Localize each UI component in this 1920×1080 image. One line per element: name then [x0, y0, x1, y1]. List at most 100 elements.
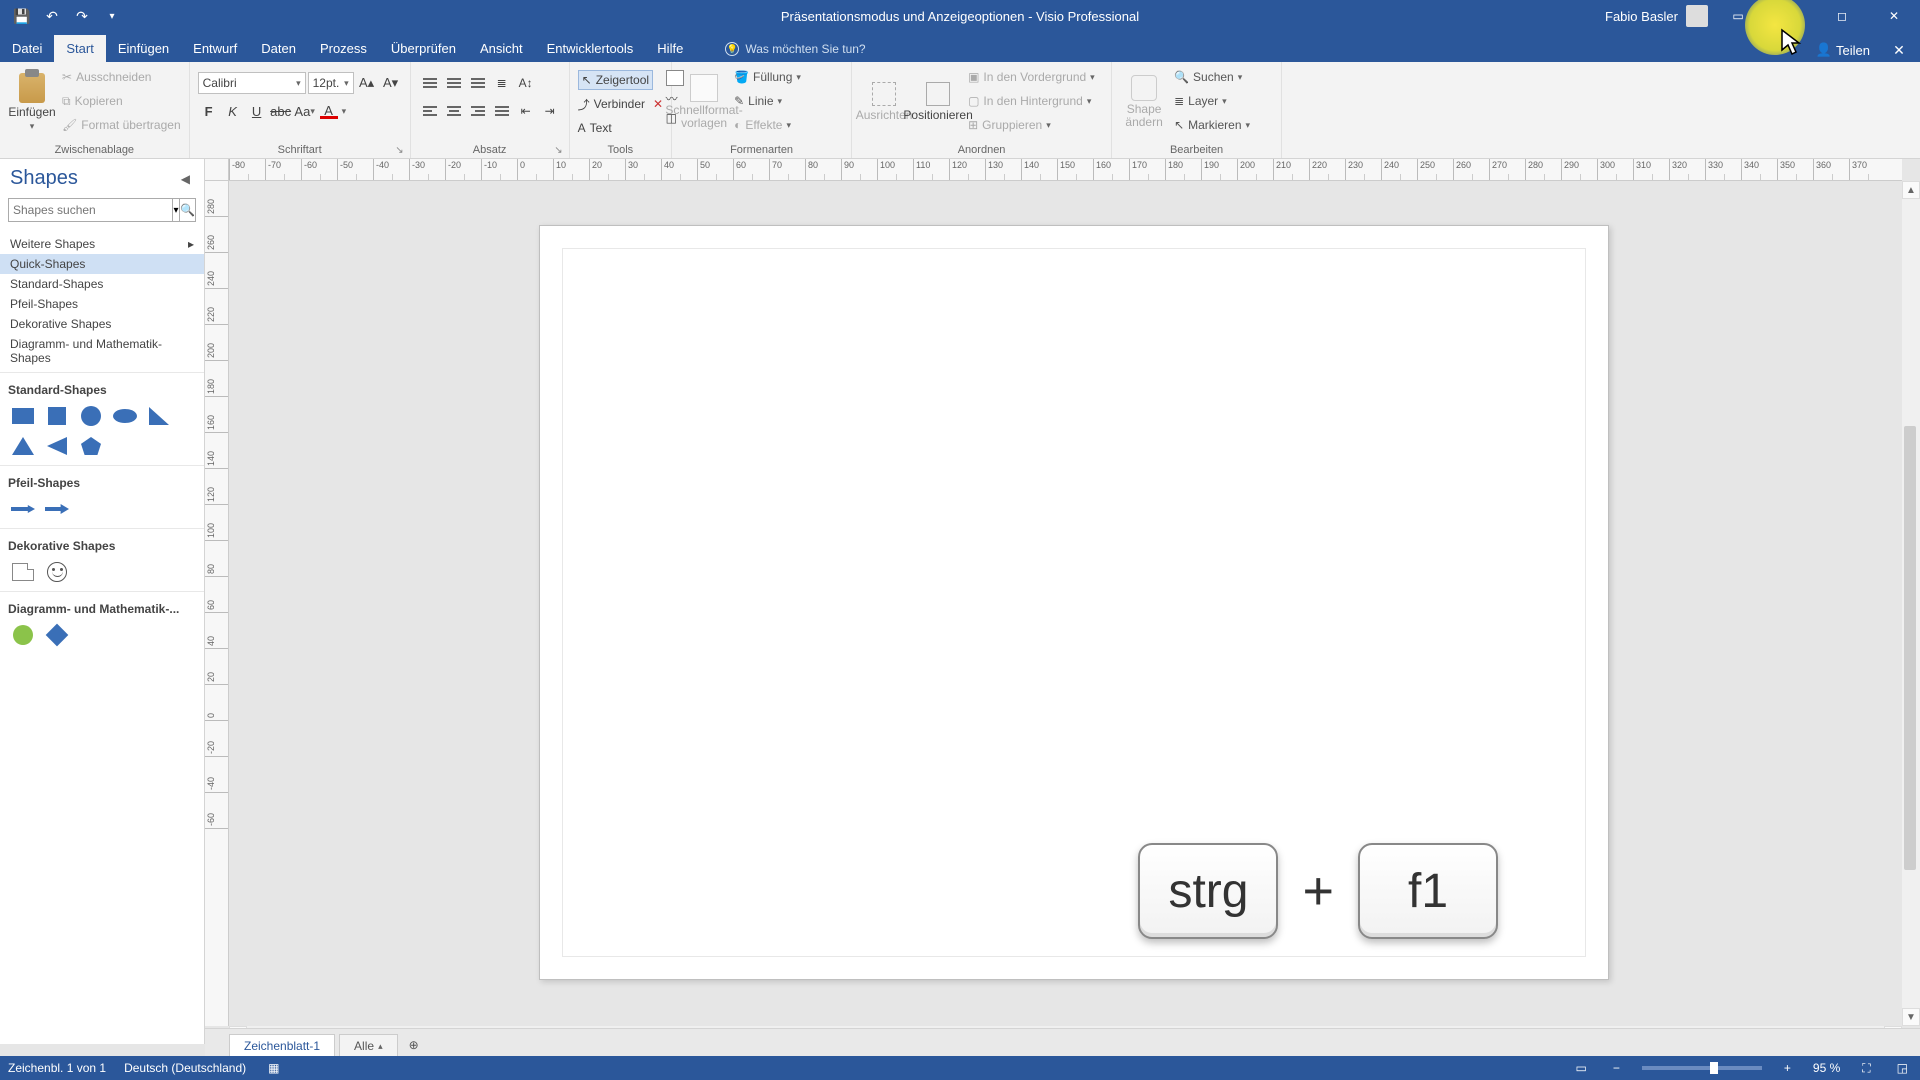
- bold-button[interactable]: F: [198, 100, 220, 122]
- bring-front-button[interactable]: ▣In den Vordergrund▾: [968, 66, 1095, 88]
- user-avatar[interactable]: [1686, 5, 1708, 27]
- connector-tool-button[interactable]: ⤴Verbinder✕: [578, 94, 663, 114]
- vscroll-thumb[interactable]: [1904, 426, 1916, 871]
- shape-green-circle[interactable]: [10, 624, 36, 646]
- tab-datei[interactable]: Datei: [0, 35, 54, 62]
- align-right-button[interactable]: [467, 100, 489, 122]
- crop-tool-button[interactable]: ◫: [666, 110, 684, 126]
- shape-square[interactable]: [44, 405, 70, 427]
- shape-rectangle[interactable]: [10, 405, 36, 427]
- fit-page-icon[interactable]: ⛶: [1858, 1061, 1874, 1076]
- macro-record-icon[interactable]: ▦: [264, 1061, 283, 1075]
- position-button[interactable]: Positionieren: [914, 66, 962, 138]
- vertical-scrollbar[interactable]: ▲ ▼: [1902, 181, 1920, 1026]
- scroll-down-icon[interactable]: ▼: [1902, 1008, 1920, 1026]
- format-painter-button[interactable]: 🖌Format übertragen: [62, 114, 181, 136]
- stencil-arrow-shapes[interactable]: Pfeil-Shapes: [0, 294, 204, 314]
- zoom-level[interactable]: 95 %: [1813, 1061, 1840, 1075]
- tab-ansicht[interactable]: Ansicht: [468, 35, 535, 62]
- align-button[interactable]: Ausrichten: [860, 66, 908, 138]
- shape-diamond[interactable]: [44, 624, 70, 646]
- align-top-button[interactable]: [419, 72, 441, 94]
- pointer-tool-button[interactable]: ↖Zeigertool: [578, 70, 653, 90]
- quick-styles-button[interactable]: Schnellformat-vorlagen: [680, 66, 728, 138]
- align-bottom-button[interactable]: [467, 72, 489, 94]
- shape-pentagon[interactable]: [78, 435, 104, 457]
- dialog-launcher-icon[interactable]: ↘: [395, 145, 403, 156]
- align-center-button[interactable]: [443, 100, 465, 122]
- decrease-indent-button[interactable]: ⇤: [515, 100, 537, 122]
- scroll-up-icon[interactable]: ▲: [1902, 181, 1920, 199]
- qat-customize-icon[interactable]: ▾: [98, 2, 126, 30]
- tab-hilfe[interactable]: Hilfe: [645, 35, 695, 62]
- tell-me-search[interactable]: 💡 Was möchten Sie tun?: [715, 36, 875, 62]
- tab-einfuegen[interactable]: Einfügen: [106, 35, 181, 62]
- zoom-slider[interactable]: [1642, 1066, 1762, 1070]
- stencil-decorative-shapes[interactable]: Dekorative Shapes: [0, 314, 204, 334]
- send-back-button[interactable]: ▢In den Hintergrund▾: [968, 90, 1095, 112]
- tab-daten[interactable]: Daten: [249, 35, 308, 62]
- justify-button[interactable]: [491, 100, 513, 122]
- stencil-standard-shapes[interactable]: Standard-Shapes: [0, 274, 204, 294]
- redo-icon[interactable]: ↷: [68, 2, 96, 30]
- search-go-icon[interactable]: 🔍: [180, 198, 196, 222]
- increase-indent-button[interactable]: ⇥: [539, 100, 561, 122]
- close-icon[interactable]: ✕: [1872, 0, 1916, 32]
- font-name-combo[interactable]: Calibri▾: [198, 72, 306, 94]
- collapse-pane-icon[interactable]: ◀: [177, 170, 194, 188]
- select-button[interactable]: ↖Markieren▾: [1174, 114, 1250, 136]
- change-case-button[interactable]: Aa▾: [294, 100, 316, 122]
- font-color-button[interactable]: A: [318, 100, 340, 122]
- effects-button[interactable]: ◐Effekte▾: [734, 114, 801, 136]
- underline-button[interactable]: U: [246, 100, 268, 122]
- tab-entwicklertools[interactable]: Entwicklertools: [535, 35, 646, 62]
- more-shapes-item[interactable]: Weitere Shapes▸: [0, 234, 204, 254]
- shape-circle[interactable]: [78, 405, 104, 427]
- chevron-down-icon[interactable]: ▾: [342, 106, 347, 117]
- cut-button[interactable]: ✂Ausschneiden: [62, 66, 181, 88]
- add-page-button[interactable]: ⊕: [402, 1034, 426, 1056]
- drawing-surface[interactable]: strg + f1: [229, 181, 1902, 1026]
- tab-entwurf[interactable]: Entwurf: [181, 35, 249, 62]
- status-language[interactable]: Deutsch (Deutschland): [124, 1061, 246, 1075]
- shape-smiley[interactable]: [44, 561, 70, 583]
- shape-note[interactable]: [10, 561, 36, 583]
- decrease-font-button[interactable]: A▾: [380, 72, 402, 94]
- stencil-diagram-shapes[interactable]: Diagramm- und Mathematik-Shapes: [0, 334, 204, 368]
- user-name[interactable]: Fabio Basler: [1605, 9, 1678, 24]
- vscroll-track[interactable]: [1902, 199, 1920, 1008]
- text-tool-button[interactable]: AText: [578, 118, 612, 138]
- fill-button[interactable]: 🪣Füllung▾: [734, 66, 801, 88]
- maximize-icon[interactable]: ◻: [1820, 0, 1864, 32]
- zoom-in-icon[interactable]: +: [1780, 1061, 1795, 1075]
- align-middle-button[interactable]: [443, 72, 465, 94]
- undo-icon[interactable]: ↶: [38, 2, 66, 30]
- rectangle-tool-button[interactable]: [666, 70, 684, 86]
- bullets-button[interactable]: ≣: [491, 72, 513, 94]
- tab-ueberpruefen[interactable]: Überprüfen: [379, 35, 468, 62]
- close-document-icon[interactable]: ✕: [1884, 42, 1914, 59]
- text-direction-button[interactable]: A↕: [515, 72, 537, 94]
- dialog-launcher-icon[interactable]: ↘: [554, 145, 562, 156]
- shape-arrow-thick[interactable]: [44, 498, 70, 520]
- layer-button[interactable]: ≣Layer▾: [1174, 90, 1250, 112]
- align-left-button[interactable]: [419, 100, 441, 122]
- shape-right-triangle[interactable]: [146, 405, 172, 427]
- freeform-tool-button[interactable]: 〰: [666, 90, 684, 106]
- shape-ellipse[interactable]: [112, 405, 138, 427]
- tab-start[interactable]: Start: [54, 35, 105, 62]
- paste-button[interactable]: Einfügen ▾: [8, 66, 56, 138]
- find-button[interactable]: 🔍Suchen▾: [1174, 66, 1250, 88]
- italic-button[interactable]: K: [222, 100, 244, 122]
- share-button[interactable]: 👤 Teilen: [1808, 38, 1878, 62]
- shape-triangle[interactable]: [10, 435, 36, 457]
- tab-prozess[interactable]: Prozess: [308, 35, 379, 62]
- pan-zoom-icon[interactable]: ◲: [1893, 1061, 1912, 1075]
- shapes-search-input[interactable]: [8, 198, 173, 222]
- page-tab-all[interactable]: Alle▴: [339, 1034, 398, 1057]
- search-dropdown-icon[interactable]: ▾: [173, 198, 180, 222]
- group-button[interactable]: ⊞Gruppieren▾: [968, 114, 1095, 136]
- line-button[interactable]: ✎Linie▾: [734, 90, 801, 112]
- drawing-page[interactable]: strg + f1: [539, 225, 1609, 980]
- font-size-combo[interactable]: 12pt.▾: [308, 72, 354, 94]
